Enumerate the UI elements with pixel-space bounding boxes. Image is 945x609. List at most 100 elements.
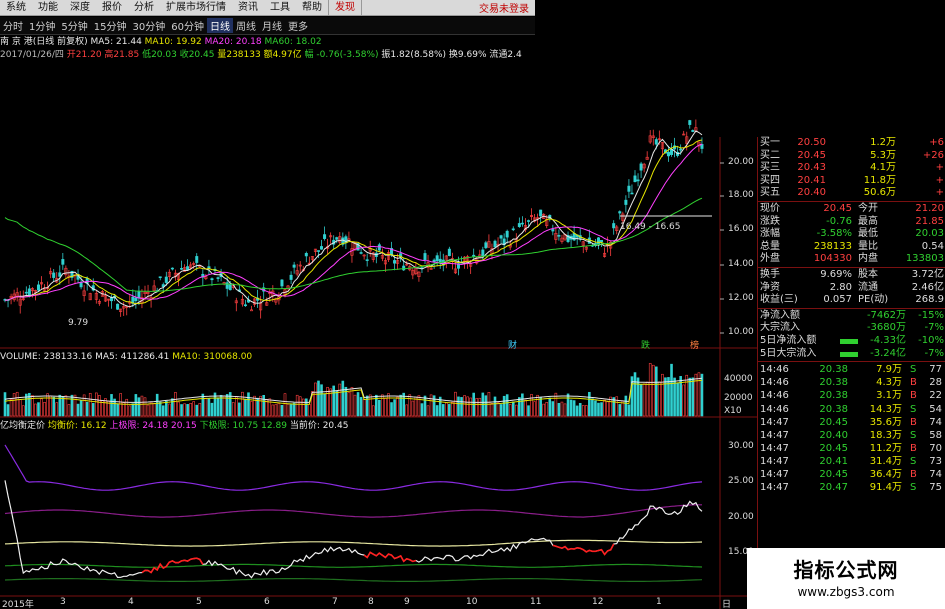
time-axis-label: 7: [332, 597, 338, 607]
volume-bar: [301, 398, 305, 417]
volume-bar: [134, 394, 138, 417]
candle-body: [216, 277, 220, 279]
volume-bar: [441, 404, 445, 417]
volume-bar: [627, 404, 631, 417]
volume-bar: [262, 394, 265, 417]
volume-bar: [12, 393, 16, 417]
volume-bar: [34, 403, 37, 417]
stat-label: 内盘: [858, 253, 878, 265]
volume-bar: [186, 404, 189, 417]
upper-limit: 上极限: 24.18: [109, 421, 169, 431]
flow-pct: -7%: [924, 322, 944, 334]
time-axis-label: 1: [656, 597, 662, 607]
volume-bar: [43, 402, 46, 417]
tick-row: 14:46 20.38 3.1万 B 22: [758, 389, 945, 402]
volume-bar: [359, 397, 363, 417]
volume-bar: [569, 399, 573, 417]
candle-body: [688, 120, 692, 125]
candle-body: [618, 211, 622, 214]
volume-bar: [588, 391, 591, 417]
volume-bar: [557, 402, 561, 417]
volume-bar: [378, 399, 381, 417]
lower-limit-2: 12.89: [261, 421, 287, 431]
candle-body: [137, 290, 141, 299]
candle-body: [36, 284, 40, 291]
volume-bar: [597, 402, 600, 417]
tick-side: B: [910, 469, 917, 480]
bid-label: 买一: [760, 137, 780, 148]
volume-bar: [277, 403, 281, 417]
indicator-name: 亿均衡定价: [0, 421, 46, 431]
event-marker[interactable]: 跌: [641, 338, 650, 351]
volume-bar: [314, 382, 317, 417]
volume-bar: [292, 402, 296, 417]
cost-axis-label: 20.00: [728, 512, 754, 522]
volume-bar: [323, 393, 326, 417]
volume-bar: [146, 404, 150, 417]
candle-body: [539, 209, 543, 217]
volume-bar: [405, 404, 409, 417]
candle-body: [250, 309, 254, 312]
price-above-avg-line: [363, 551, 417, 563]
bid-volume: 50.6万: [863, 187, 896, 199]
volume-bar: [606, 401, 609, 417]
volume-bar: [566, 393, 570, 417]
stat-value: 3.72亿: [911, 269, 944, 280]
volume-bar: [201, 393, 205, 417]
tick-time: 14:46: [760, 390, 789, 402]
price-axis-label: 14.00: [728, 259, 754, 269]
volume-bar: [235, 396, 238, 417]
tick-side: S: [910, 429, 917, 441]
flow-label: 大宗流入: [760, 322, 800, 334]
stat-value: 9.69%: [820, 269, 852, 280]
volume-bar: [110, 394, 113, 417]
volume-bar: [511, 401, 515, 417]
flow-label: 5日大宗流入: [760, 347, 817, 359]
volume-bar: [490, 403, 494, 417]
volume-bar: [165, 400, 168, 417]
volume-bar: [448, 404, 451, 417]
volume-bar: [177, 401, 180, 417]
volume-bar: [551, 401, 555, 417]
volume-value: VOLUME: 238133.16: [0, 352, 93, 362]
stat-label: 总量: [760, 240, 780, 252]
volume-bar: [429, 394, 433, 417]
stat-value: 21.20: [915, 203, 944, 214]
tick-volume: 36.4万: [869, 469, 902, 480]
volume-axis-label: X10: [724, 406, 742, 416]
quote-panel: 买一 20.50 1.2万 +6 买二 20.45 5.3万 +26 买三 20.43 4.1万 + 买…: [757, 137, 945, 609]
event-marker[interactable]: 财: [508, 338, 517, 351]
volume-bar: [563, 403, 567, 417]
flow-label: 5日净流入额: [760, 335, 817, 346]
volume-bar: [548, 397, 552, 417]
bid-delta: +: [935, 162, 944, 174]
volume-bar: [350, 387, 354, 417]
stat-value: -0.76: [826, 215, 852, 227]
stat-label: 净资: [760, 281, 780, 293]
stat-value: 133803: [905, 253, 944, 265]
event-marker[interactable]: 榜: [690, 338, 699, 351]
tick-time: 14:47: [760, 442, 789, 454]
tick-count: 58: [929, 429, 942, 441]
upper2-band-line: [4, 504, 702, 518]
lower2-band-line: [4, 563, 703, 568]
candle-body: [627, 185, 631, 192]
volume-bar: [581, 405, 585, 417]
volume-bar: [603, 399, 606, 417]
tick-volume: 11.2万: [869, 442, 902, 454]
tick-price: 20.45: [819, 469, 848, 480]
volume-bar: [572, 400, 576, 417]
bid-label: 买二: [760, 149, 780, 161]
tick-price: 20.45: [819, 442, 848, 454]
flow-row: 大宗流入 -3680万 -7%: [758, 322, 945, 335]
candle-body: [289, 274, 293, 280]
candle-body: [61, 259, 65, 265]
volume-bar: [515, 404, 518, 417]
volume-bar: [457, 396, 460, 417]
candle-body: [170, 267, 174, 270]
candle-body: [377, 244, 381, 251]
tick-price: 20.47: [819, 482, 848, 494]
separator: [758, 361, 945, 363]
kline-chart[interactable]: [0, 0, 757, 609]
volume-bar: [624, 395, 628, 417]
